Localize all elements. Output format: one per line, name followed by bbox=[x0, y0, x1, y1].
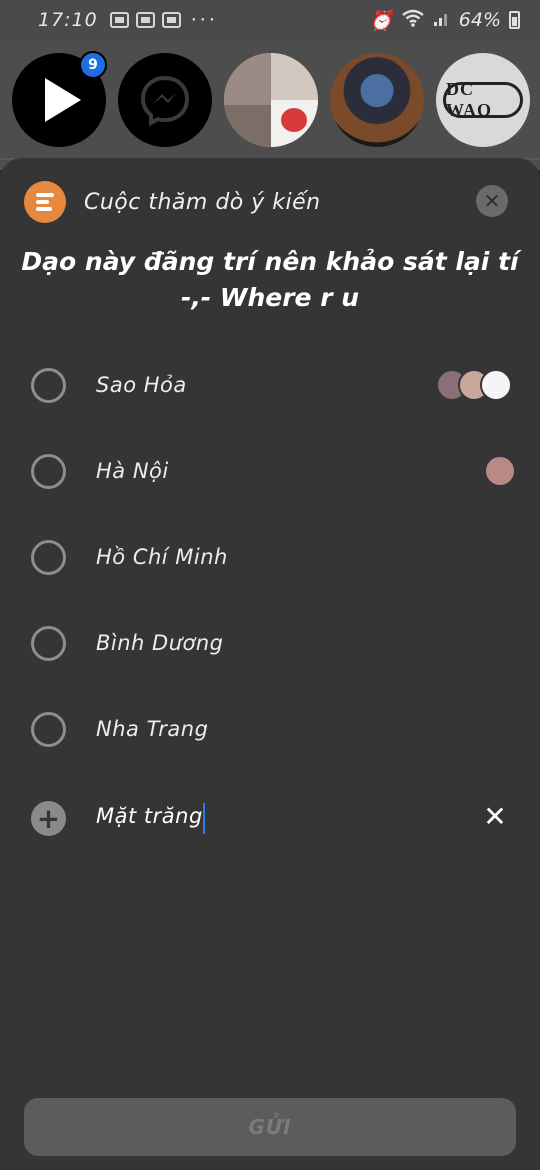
photo-tile bbox=[271, 100, 318, 147]
poll-icon-bar bbox=[36, 207, 52, 211]
news-icon bbox=[135, 12, 155, 28]
status-time: 17:10 bbox=[38, 9, 98, 31]
clear-option-button[interactable]: ✕ bbox=[481, 803, 509, 831]
signal-icon bbox=[433, 9, 451, 32]
poll-option[interactable]: Hồ Chí Minh bbox=[0, 529, 540, 589]
close-icon: ✕ bbox=[483, 800, 507, 833]
notification-icons bbox=[109, 12, 181, 28]
voter-avatars[interactable] bbox=[436, 369, 512, 401]
add-option-icon[interactable]: + bbox=[31, 801, 66, 836]
unread-badge: 9 bbox=[79, 51, 107, 79]
poll-option[interactable]: Hà Nội bbox=[0, 443, 540, 503]
alarm-icon: ⏰ bbox=[369, 9, 393, 32]
poll-icon bbox=[24, 181, 66, 223]
poll-question: Dạo này đãng trí nên khảo sát lại tí -,-… bbox=[21, 247, 519, 312]
new-option-input[interactable] bbox=[96, 804, 456, 828]
friend-photo-head[interactable] bbox=[224, 53, 318, 147]
voter-avatars[interactable] bbox=[484, 455, 516, 487]
poll-option[interactable]: Nha Trang bbox=[0, 701, 540, 761]
status-bar: 17:10 ··· ⏰ 64% bbox=[0, 0, 540, 40]
poll-option[interactable]: Bình Dương bbox=[0, 615, 540, 675]
radio-button[interactable] bbox=[31, 712, 66, 747]
send-button[interactable]: GỬI bbox=[24, 1098, 516, 1156]
messenger-head[interactable] bbox=[118, 53, 212, 147]
radio-button[interactable] bbox=[31, 540, 66, 575]
poll-option[interactable]: Sao Hỏa bbox=[0, 357, 540, 417]
gallery-icon bbox=[109, 12, 129, 28]
poll-icon-bar bbox=[36, 200, 49, 204]
photo-tile bbox=[224, 104, 271, 147]
photo-tile bbox=[271, 53, 318, 100]
status-overflow: ··· bbox=[190, 9, 218, 31]
voter-avatar bbox=[480, 369, 512, 401]
radio-button[interactable] bbox=[31, 454, 66, 489]
radio-button[interactable] bbox=[31, 626, 66, 661]
option-label: Hồ Chí Minh bbox=[96, 545, 228, 569]
battery-percent: 64% bbox=[458, 9, 501, 31]
messenger-icon bbox=[140, 75, 190, 127]
close-icon: ✕ bbox=[483, 189, 501, 213]
vtv-icon bbox=[161, 12, 181, 28]
option-label: Nha Trang bbox=[96, 717, 209, 741]
play-icon bbox=[45, 78, 81, 122]
text-cursor bbox=[203, 803, 205, 834]
dc-wao-head[interactable]: DC WAO bbox=[436, 53, 530, 147]
poll-title: Cuộc thăm dò ý kiến bbox=[84, 189, 321, 215]
voter-avatar bbox=[484, 455, 516, 487]
radio-button[interactable] bbox=[31, 368, 66, 403]
photo-tile bbox=[224, 53, 271, 105]
poll-header: Cuộc thăm dò ý kiến bbox=[24, 181, 516, 223]
anime-avatar-head[interactable] bbox=[330, 53, 424, 147]
wifi-icon bbox=[401, 9, 425, 32]
close-button[interactable]: ✕ bbox=[476, 185, 508, 217]
battery-icon bbox=[509, 11, 520, 29]
poll-icon-bar bbox=[36, 193, 54, 197]
option-label: Sao Hỏa bbox=[96, 373, 187, 397]
option-label: Bình Dương bbox=[96, 631, 224, 655]
dc-wao-logo: DC WAO bbox=[443, 79, 523, 120]
option-label: Hà Nội bbox=[96, 459, 169, 483]
